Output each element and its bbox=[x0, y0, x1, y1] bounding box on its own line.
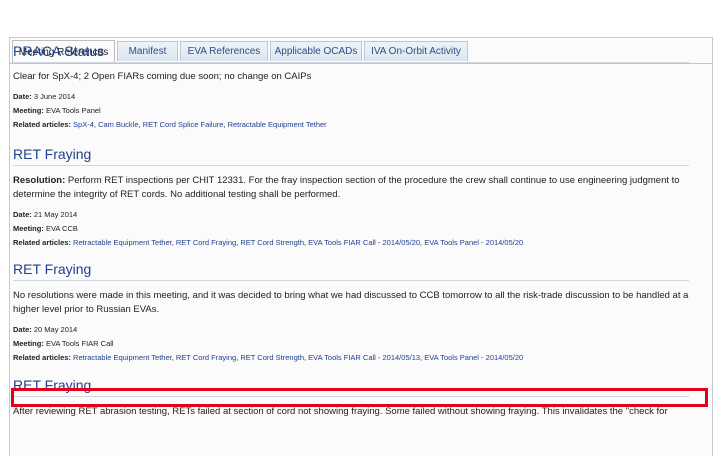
related-article-link[interactable]: RET Cord Strength bbox=[240, 353, 304, 362]
meeting-entry: RET Fraying Resolution: Perform RET insp… bbox=[13, 146, 689, 250]
meeting-label: Meeting: bbox=[13, 339, 44, 348]
entry-description-text: No resolutions were made in this meeting… bbox=[13, 290, 689, 315]
date-label: Date: bbox=[13, 325, 32, 334]
related-article-link[interactable]: RET Cord Fraying bbox=[176, 238, 236, 247]
date-value: 3 June 2014 bbox=[33, 92, 76, 101]
entry-meeting: Meeting: EVA Tools FIAR Call bbox=[13, 337, 689, 351]
entry-description: No resolutions were made in this meeting… bbox=[13, 289, 689, 317]
entry-related-articles: Related articles: SpX-4, Cam Buckle, RET… bbox=[13, 118, 689, 132]
related-links: SpX-4, Cam Buckle, RET Cord Splice Failu… bbox=[73, 120, 327, 129]
related-label: Related articles: bbox=[13, 353, 71, 362]
related-links: Retractable Equipment Tether, RET Cord F… bbox=[73, 353, 523, 362]
entry-description: Resolution: Perform RET inspections per … bbox=[13, 174, 689, 202]
meeting-value: EVA Tools Panel bbox=[45, 106, 101, 115]
entry-description: Clear for SpX-4; 2 Open FIARs coming due… bbox=[13, 70, 689, 84]
entry-title: RET Fraying bbox=[13, 261, 689, 281]
highlight-box bbox=[11, 388, 708, 407]
related-article-link[interactable]: EVA Tools FIAR Call - 2014/05/20 bbox=[308, 238, 420, 247]
related-label: Related articles: bbox=[13, 120, 71, 129]
meeting-value: EVA Tools FIAR Call bbox=[45, 339, 114, 348]
related-links: Retractable Equipment Tether, RET Cord F… bbox=[73, 238, 523, 247]
entry-description-text: After reviewing RET abrasion testing, RE… bbox=[13, 406, 668, 417]
date-label: Date: bbox=[13, 210, 32, 219]
entry-description-label: Resolution: bbox=[13, 175, 66, 186]
entry-related-articles: Related articles: Retractable Equipment … bbox=[13, 351, 689, 365]
entry-related-articles: Related articles: Retractable Equipment … bbox=[13, 236, 689, 250]
date-value: 20 May 2014 bbox=[33, 325, 78, 334]
entry-title: RET Fraying bbox=[13, 146, 689, 166]
related-article-link[interactable]: EVA Tools Panel - 2014/05/20 bbox=[424, 353, 523, 362]
related-article-link[interactable]: Cam Buckle bbox=[98, 120, 138, 129]
related-article-link[interactable]: EVA Tools FIAR Call - 2014/05/13 bbox=[308, 353, 420, 362]
meeting-entry: RET Fraying No resolutions were made in … bbox=[13, 261, 689, 365]
entry-date: Date: 21 May 2014 bbox=[13, 208, 689, 222]
related-article-link[interactable]: Retractable Equipment Tether bbox=[73, 353, 172, 362]
entry-date: Date: 20 May 2014 bbox=[13, 323, 689, 337]
related-article-link[interactable]: RET Cord Strength bbox=[240, 238, 304, 247]
meeting-value: EVA CCB bbox=[45, 224, 78, 233]
related-article-link[interactable]: Retractable Equipment Tether bbox=[73, 238, 172, 247]
date-label: Date: bbox=[13, 92, 32, 101]
entry-description-text: Clear for SpX-4; 2 Open FIARs coming due… bbox=[13, 71, 312, 82]
entry-meeting: Meeting: EVA Tools Panel bbox=[13, 104, 689, 118]
related-label: Related articles: bbox=[13, 238, 71, 247]
meeting-label: Meeting: bbox=[13, 106, 44, 115]
related-article-link[interactable]: Retractable Equipment Tether bbox=[228, 120, 327, 129]
related-article-link[interactable]: RET Cord Splice Failure bbox=[143, 120, 224, 129]
meeting-label: Meeting: bbox=[13, 224, 44, 233]
date-value: 21 May 2014 bbox=[33, 210, 78, 219]
entry-meeting: Meeting: EVA CCB bbox=[13, 222, 689, 236]
related-article-link[interactable]: RET Cord Fraying bbox=[176, 353, 236, 362]
entry-date: Date: 3 June 2014 bbox=[13, 90, 689, 104]
entry-title: PRACA Status bbox=[13, 43, 689, 63]
entry-description-text: Perform RET inspections per CHIT 12331. … bbox=[13, 175, 680, 200]
entry-description: After reviewing RET abrasion testing, RE… bbox=[13, 405, 689, 419]
meeting-entry: PRACA Status Clear for SpX-4; 2 Open FIA… bbox=[13, 43, 689, 132]
related-article-link[interactable]: SpX-4 bbox=[73, 120, 94, 129]
related-article-link[interactable]: EVA Tools Panel - 2014/05/20 bbox=[424, 238, 523, 247]
